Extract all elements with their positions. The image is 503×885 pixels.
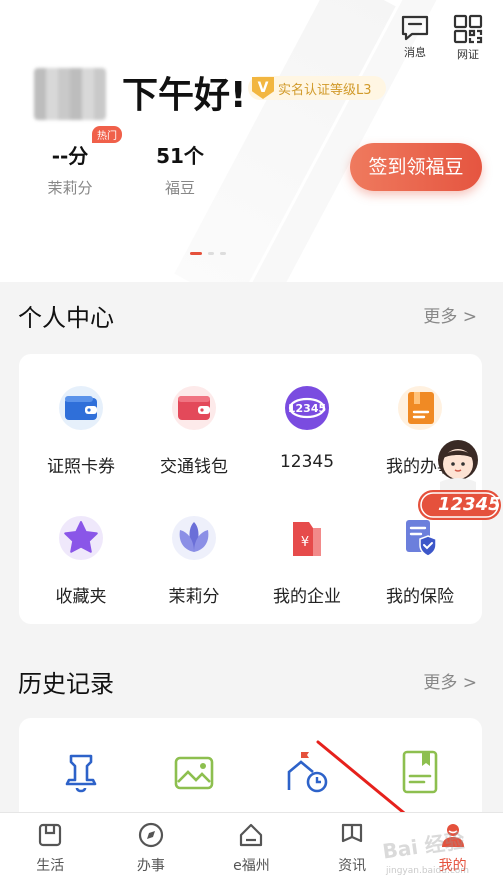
tab-label: 办事 [136, 858, 165, 874]
home-icon [240, 823, 263, 847]
news-icon [341, 823, 363, 843]
profile-icon [441, 824, 464, 847]
tab-label: e福州 [233, 858, 270, 874]
watermark-sub: jingyan.baidu.com [386, 866, 470, 876]
tab-efuzhou[interactable]: e福州 [201, 813, 302, 885]
tab-affairs[interactable]: 办事 [101, 813, 202, 885]
red-arrow-annotation [316, 740, 440, 844]
life-icon [39, 823, 62, 847]
compass-icon [138, 822, 163, 848]
tab-label: 生活 [36, 858, 65, 874]
tab-life[interactable]: 生活 [0, 813, 101, 885]
